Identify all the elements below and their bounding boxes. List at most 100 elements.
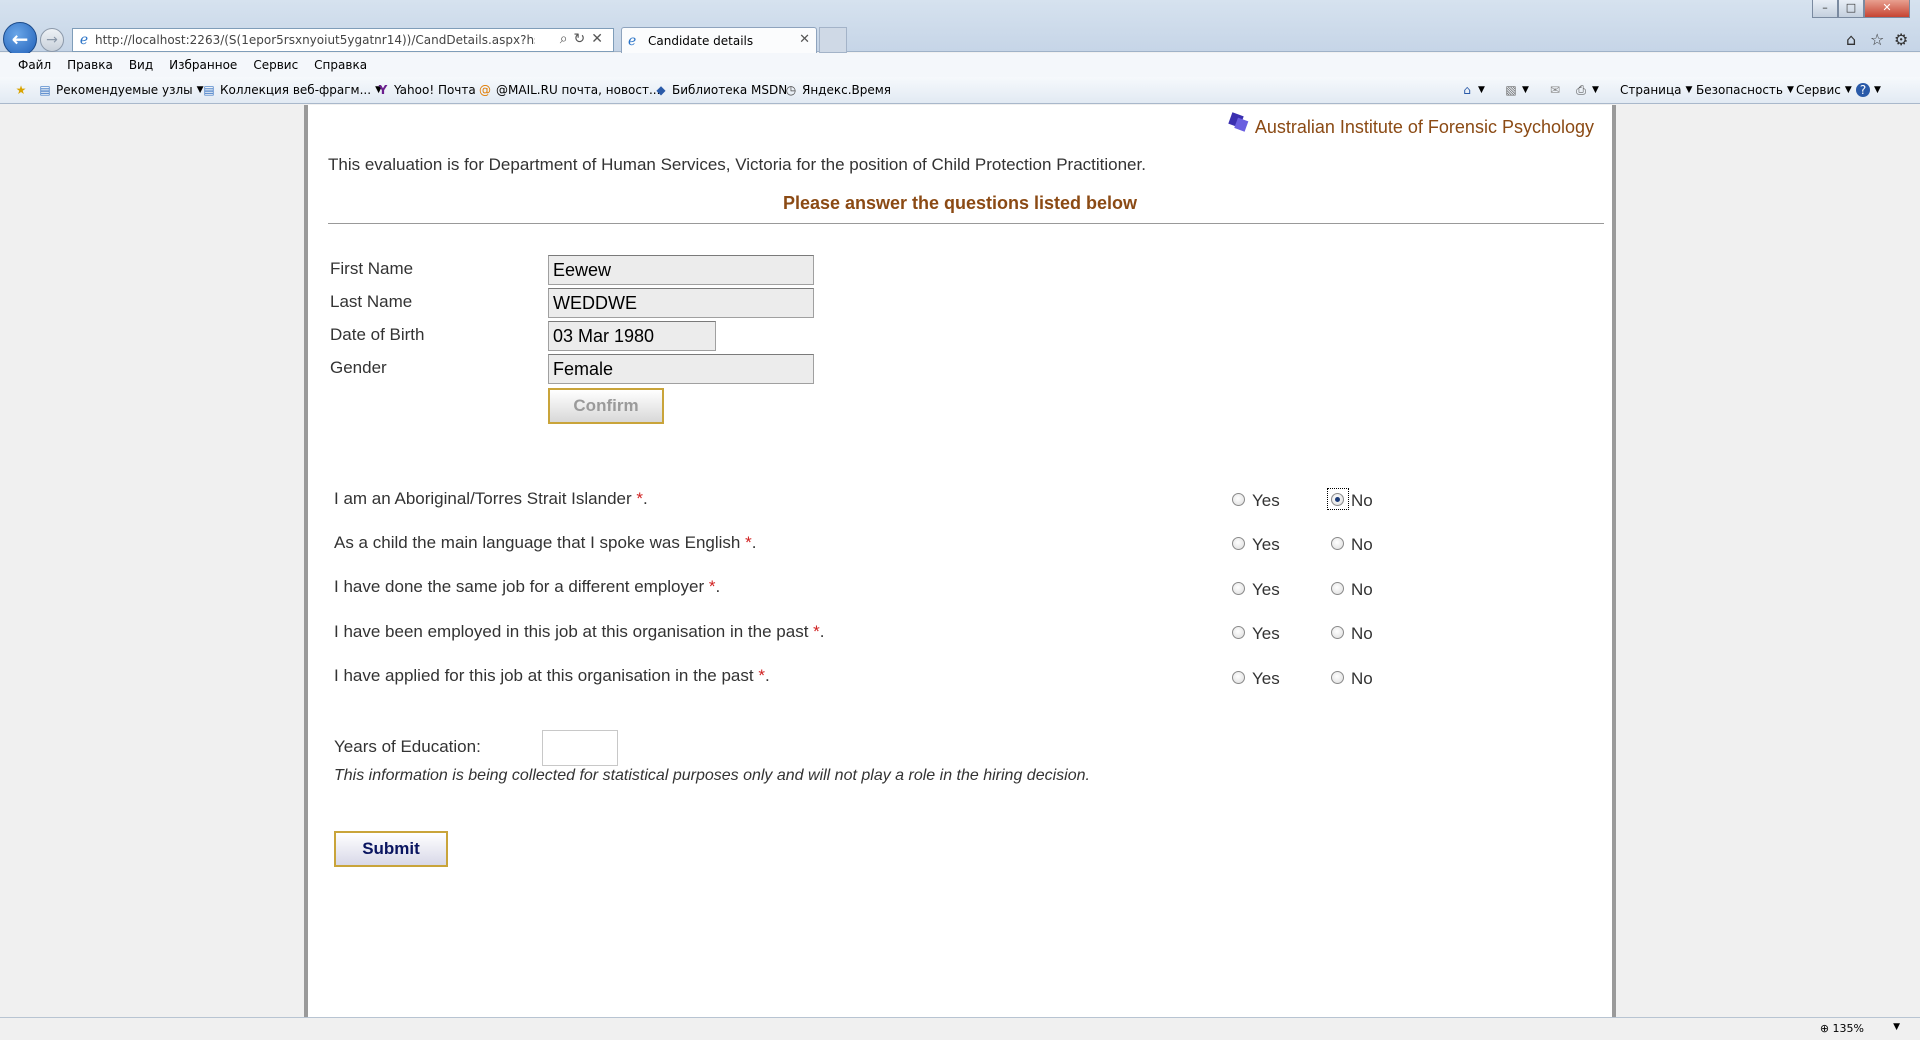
close-window-button[interactable]: ✕ bbox=[1864, 0, 1910, 18]
q5-no-label: No bbox=[1351, 669, 1373, 688]
fav-item[interactable]: @ @MAIL.RU почта, новост... bbox=[478, 83, 660, 97]
clock-icon: ◷ bbox=[785, 83, 797, 97]
menu-edit[interactable]: Правка bbox=[67, 58, 113, 72]
tools-gear-icon[interactable]: ⚙ bbox=[1894, 30, 1908, 49]
search-icon: ⌕ bbox=[559, 31, 574, 47]
page-icon: ▤ bbox=[39, 83, 51, 97]
institute-name: Australian Institute of Forensic Psychol… bbox=[1254, 117, 1594, 137]
q4-no-radio[interactable] bbox=[1331, 626, 1344, 639]
menu-tools[interactable]: Сервис bbox=[253, 58, 298, 72]
q4-no-label: No bbox=[1351, 624, 1373, 643]
years-of-education-input[interactable] bbox=[542, 730, 618, 766]
yahoo-icon: Y bbox=[378, 83, 388, 97]
command-tools[interactable]: Сервис ▼ bbox=[1796, 83, 1852, 97]
menu-file[interactable]: Файл bbox=[18, 58, 51, 72]
menu-view[interactable]: Вид bbox=[129, 58, 153, 72]
fav-item[interactable]: Y Yahoo! Почта bbox=[376, 83, 476, 97]
q1-yes-label: Yes bbox=[1252, 491, 1280, 510]
fav-item[interactable]: ◆ Библиотека MSDN bbox=[654, 83, 787, 97]
first-name-label: First Name bbox=[330, 259, 414, 278]
page-icon: ▤ bbox=[203, 83, 215, 97]
command-security[interactable]: Безопасность ▼ bbox=[1696, 83, 1794, 97]
first-name-field[interactable]: Eewew bbox=[548, 255, 814, 285]
q5-yes-radio[interactable] bbox=[1232, 671, 1245, 684]
q2-no-label: No bbox=[1351, 535, 1373, 554]
favorites-bar: ★ ▤ Рекомендуемые узлы ▼ ▤ Коллекция веб-фр… bbox=[0, 77, 1920, 104]
last-name-label: Last Name bbox=[330, 292, 413, 311]
submit-button[interactable]: Submit bbox=[334, 831, 448, 867]
q2-yes-label: Yes bbox=[1252, 535, 1280, 554]
q2-no-radio[interactable] bbox=[1331, 537, 1344, 550]
gender-field[interactable]: Female bbox=[548, 354, 814, 384]
close-tab-icon[interactable]: ✕ bbox=[799, 32, 810, 47]
page-viewport: Australian Institute of Forensic Psychol… bbox=[0, 105, 1920, 1017]
fav-item[interactable]: ▤ Рекомендуемые узлы ▼ bbox=[38, 83, 203, 97]
question-5: I have applied for this job at this orga… bbox=[334, 666, 770, 685]
fav-item[interactable]: ▤ Коллекция веб-фрагм... ▼ bbox=[202, 83, 382, 97]
zoom-caret-icon[interactable]: ▼ bbox=[1893, 1022, 1900, 1032]
minimize-button[interactable]: – bbox=[1812, 0, 1838, 18]
forward-button[interactable]: → bbox=[40, 28, 64, 52]
tab-title: Candidate details bbox=[648, 33, 754, 48]
q4-yes-label: Yes bbox=[1252, 624, 1280, 643]
refresh-icon: ↻ bbox=[573, 31, 592, 47]
address-text[interactable]: http://localhost:2263/(S(1epor5rsxnyoiut… bbox=[95, 33, 535, 47]
date-of-birth-field[interactable]: 03 Mar 1980 bbox=[548, 321, 716, 351]
q5-yes-label: Yes bbox=[1252, 669, 1280, 688]
q2-yes-radio[interactable] bbox=[1232, 537, 1245, 550]
question-1: I am an Aboriginal/Torres Strait Islande… bbox=[334, 489, 648, 508]
print-icon[interactable]: ⎙ ▼ bbox=[1574, 83, 1599, 97]
q3-no-label: No bbox=[1351, 580, 1373, 599]
feeds-icon[interactable]: ▧ ▼ bbox=[1504, 83, 1529, 97]
question-4: I have been employed in this job at this… bbox=[334, 622, 825, 641]
q1-yes-radio[interactable] bbox=[1232, 493, 1245, 506]
address-bar[interactable]: ℯ http://localhost:2263/(S(1epor5rsxnyoi… bbox=[72, 28, 614, 52]
address-tools[interactable]: ⌕↻✕ bbox=[560, 31, 609, 47]
q4-yes-radio[interactable] bbox=[1232, 626, 1245, 639]
browser-window: – □ ✕ ← → ℯ http://localhost:2263/(S(1ep… bbox=[0, 0, 1920, 1040]
ie-tab-icon: ℯ bbox=[628, 33, 637, 49]
forward-arrow-icon: → bbox=[46, 32, 58, 48]
back-arrow-icon: ← bbox=[11, 27, 29, 51]
page-heading: Please answer the questions listed below bbox=[782, 193, 1138, 213]
q5-no-radio[interactable] bbox=[1331, 671, 1344, 684]
institute-logo-icon bbox=[1228, 112, 1249, 132]
status-bar: ⊕ 135% ▼ bbox=[0, 1017, 1920, 1040]
q3-yes-label: Yes bbox=[1252, 580, 1280, 599]
menu-favorites[interactable]: Избранное bbox=[169, 58, 237, 72]
maximize-button[interactable]: □ bbox=[1838, 0, 1864, 18]
menu-help[interactable]: Справка bbox=[314, 58, 367, 72]
confirm-button[interactable]: Confirm bbox=[548, 388, 664, 424]
command-page[interactable]: Страница ▼ bbox=[1620, 83, 1692, 97]
mailru-icon: @ bbox=[479, 83, 491, 97]
education-note: This information is being collected for … bbox=[334, 767, 1090, 784]
tab-candidate-details[interactable]: ℯ Candidate details ✕ bbox=[621, 27, 817, 53]
q1-no-radio[interactable] bbox=[1331, 493, 1344, 506]
zoom-level[interactable]: ⊕ 135% bbox=[1820, 1022, 1864, 1035]
ie-page-icon: ℯ bbox=[79, 32, 89, 48]
q1-no-label: No bbox=[1351, 491, 1373, 510]
question-3: I have done the same job for a different… bbox=[334, 577, 721, 596]
intro-text: This evaluation is for Department of Hum… bbox=[328, 155, 1146, 174]
zoom-icon: ⊕ bbox=[1819, 1022, 1830, 1035]
years-of-education-label: Years of Education: bbox=[334, 737, 481, 756]
favorites-star-icon[interactable]: ☆ bbox=[1870, 30, 1884, 49]
fav-item[interactable]: ◷ Яндекс.Время bbox=[784, 83, 891, 97]
q3-no-radio[interactable] bbox=[1331, 582, 1344, 595]
form-page: Australian Institute of Forensic Psychol… bbox=[304, 105, 1616, 1017]
back-button[interactable]: ← bbox=[3, 22, 37, 56]
divider bbox=[328, 223, 1604, 224]
help-icon[interactable]: ? ▼ bbox=[1856, 83, 1881, 97]
question-2: As a child the main language that I spok… bbox=[334, 533, 757, 552]
last-name-field[interactable]: WEDDWE bbox=[548, 288, 814, 318]
mail-icon[interactable]: ✉ bbox=[1548, 83, 1562, 97]
gender-label: Gender bbox=[330, 358, 387, 377]
menu-bar: Файл Правка Вид Избранное Сервис Справка bbox=[0, 53, 1920, 77]
favorites-star-button[interactable]: ★ bbox=[14, 83, 28, 97]
new-tab-button[interactable] bbox=[819, 27, 847, 53]
q3-yes-radio[interactable] bbox=[1232, 582, 1245, 595]
home-command-icon[interactable]: ⌂ ▼ bbox=[1460, 83, 1485, 97]
msdn-icon: ◆ bbox=[656, 83, 666, 97]
home-icon[interactable]: ⌂ bbox=[1846, 30, 1856, 49]
date-of-birth-label: Date of Birth bbox=[330, 325, 425, 344]
